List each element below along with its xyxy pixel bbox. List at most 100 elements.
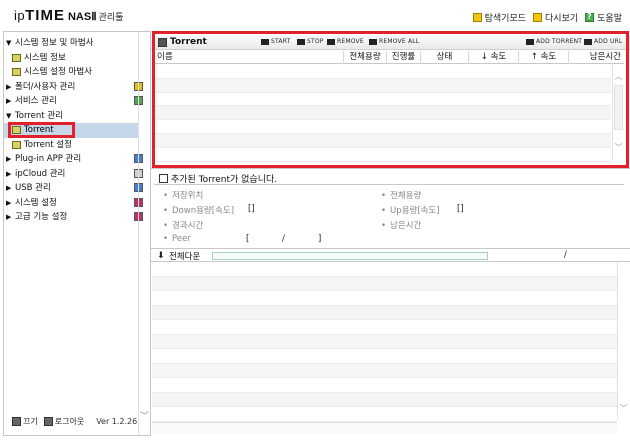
divider [154,184,624,185]
remove-all-label: REMOVE ALL [379,38,420,45]
remove-all-button[interactable]: REMOVE ALL [369,38,419,45]
caret-right-icon: ▶ [6,169,12,178]
top-links: 탐색기모드 다시보기 도움말 [472,11,622,24]
sidebar-item-ipcloud-9[interactable]: ▶ ipCloud 관리 [4,167,150,182]
list-item[interactable] [152,262,617,277]
start-button[interactable]: START [261,38,291,45]
sidebar-item-item-0-0[interactable]: ▼ 시스템 정보 및 마법사 [4,36,150,51]
explore-mode-link[interactable]: 탐색기모드 [472,11,527,24]
torrent-title: Torrent [158,37,207,47]
logout-icon [43,417,53,426]
sidebar-item-label: 시스템 정보 및 마법사 [15,38,94,48]
stop-button[interactable]: STOP [297,38,324,45]
torrent-toolbar: Torrent START STOP REMOVE REMOVE ALL ADD… [151,34,630,50]
sidebar-item-label: ipCloud 관리 [15,168,66,179]
logout-button[interactable]: 로그아웃 [43,416,84,427]
col-up-speed[interactable]: ↑ 속도 [519,51,569,64]
page-icon [12,140,21,149]
col-name[interactable]: 이름 [154,51,344,64]
peer-open-bracket: [ [246,234,250,244]
list-item[interactable] [152,349,617,364]
sidebar-scrollbar[interactable]: ﹀ [138,32,150,435]
down-amount-label: Down용량[속도] [163,204,234,216]
col-down-speed[interactable]: ↓ 속도 [469,51,519,64]
list-item[interactable] [152,305,617,320]
col-total-size[interactable]: 전체용량 [344,51,387,64]
peer-label: Peer [163,234,191,244]
save-location-label: 저장위치 [163,189,203,201]
brand-logo: ip TIME NASⅡ 관리툴 [14,7,123,24]
download-icon: ⬇ [157,251,165,261]
power-off-button[interactable]: 끄기 [12,416,38,427]
app-header: ip TIME NASⅡ 관리툴 탐색기모드 다시보기 도움말 [0,0,630,31]
torrent-title-label: Torrent [170,37,207,47]
caret-down-icon: ▼ [6,111,12,120]
torrent-info-panel: 추가된 Torrent가 없습니다. 저장위치 전체용량 Down용량[속도] … [151,168,630,248]
list-item[interactable] [152,392,617,407]
table-row[interactable] [154,93,611,107]
torrent-scrollbar[interactable]: ︿ ﹀ [612,65,624,160]
sidebar-item-torrent-7[interactable]: Torrent 설정 [4,138,150,153]
page-icon [12,53,21,62]
table-row[interactable] [154,78,611,93]
peer-slash: / [282,234,285,244]
down-amount-value: [] [248,204,255,214]
brand-time: TIME [25,7,65,24]
version-label: Ver 1.2.26 [96,417,138,426]
sidebar-footer: 끄기 로그아웃 Ver 1.2.26 [12,416,137,427]
sidebar-item-label: USB 관리 [15,183,51,193]
sidebar-item-item-11-11[interactable]: ▶ 시스템 설정 [4,196,150,211]
table-row[interactable] [154,106,611,121]
scroll-down-icon[interactable]: ﹀ [613,142,624,154]
remove-label: REMOVE [337,38,364,45]
table-row[interactable] [154,65,611,79]
sidebar-item-label: 시스템 설정 [15,197,57,208]
sidebar-item-item-4-4[interactable]: ▶ 서비스 관리 [4,94,150,109]
caret-right-icon: ▶ [6,184,12,192]
explore-mode-label: 탐색기모드 [484,14,527,24]
refresh-icon [533,13,543,22]
remove-button[interactable]: REMOVE [327,38,364,45]
sidebar-item-item-1-1[interactable]: 시스템 정보 [4,51,150,66]
table-row[interactable] [154,148,611,162]
scroll-down-icon[interactable]: ﹀ [618,403,629,414]
scroll-down-icon[interactable]: ﹀ [139,411,150,423]
list-item[interactable] [152,378,617,393]
col-status[interactable]: 상태 [421,51,469,64]
folder-icon [472,13,482,22]
up-amount-value: [] [457,204,464,214]
help-link[interactable]: 도움말 [585,11,622,24]
torrent-table-header: 이름 전체용량 진행률 상태 ↓ 속도 ↑ 속도 남은시간 [154,51,624,64]
add-torrent-icon [526,38,534,45]
caret-right-icon: ▶ [6,82,12,91]
sidebar-item-label: Torrent 설정 [24,139,72,150]
sidebar-item-item-12-12[interactable]: ▶ 고급 기능 설정 [4,210,150,225]
scroll-up-icon[interactable]: ︿ [613,71,624,83]
list-item[interactable] [152,276,617,291]
page-icon [12,126,21,134]
list-item[interactable] [152,320,617,335]
sidebar-item-usb-10[interactable]: ▶ USB 관리 [4,181,150,196]
sidebar-item-item-3-3[interactable]: ▶ 폴더/사용자 관리 [4,80,150,95]
file-list-hscrollbar[interactable] [152,422,617,434]
table-row[interactable] [154,120,611,134]
sidebar-item-item-2-2[interactable]: 시스템 설정 마법사 [4,65,150,80]
sidebar-item-plug-in-app-8[interactable]: ▶ Plug-in APP 관리 [4,152,150,167]
table-row[interactable] [154,133,611,148]
sidebar-item-torrent-5[interactable]: ▼ Torrent 관리 [4,109,150,124]
list-item[interactable] [152,407,617,422]
file-list-scrollbar[interactable]: ﹀ [617,262,629,420]
sidebar-item-torrent-6[interactable]: Torrent [4,123,138,138]
add-url-button[interactable]: ADD URL [584,38,623,45]
list-item[interactable] [152,334,617,349]
stop-label: STOP [307,38,324,45]
refresh-link[interactable]: 다시보기 [533,11,578,24]
brand-manager: 관리툴 [98,13,124,23]
list-item[interactable] [152,291,617,306]
add-torrent-button[interactable]: ADD TORRENT [526,38,582,45]
list-item[interactable] [152,363,617,378]
col-remaining[interactable]: 남은시간 [569,51,624,64]
col-progress[interactable]: 진행률 [387,51,421,64]
scroll-thumb[interactable] [614,85,623,130]
sidebar: ▼ 시스템 정보 및 마법사 시스템 정보 시스템 설정 마법사 ▶ 폴더/사용자 관리 ▶… [3,31,151,436]
